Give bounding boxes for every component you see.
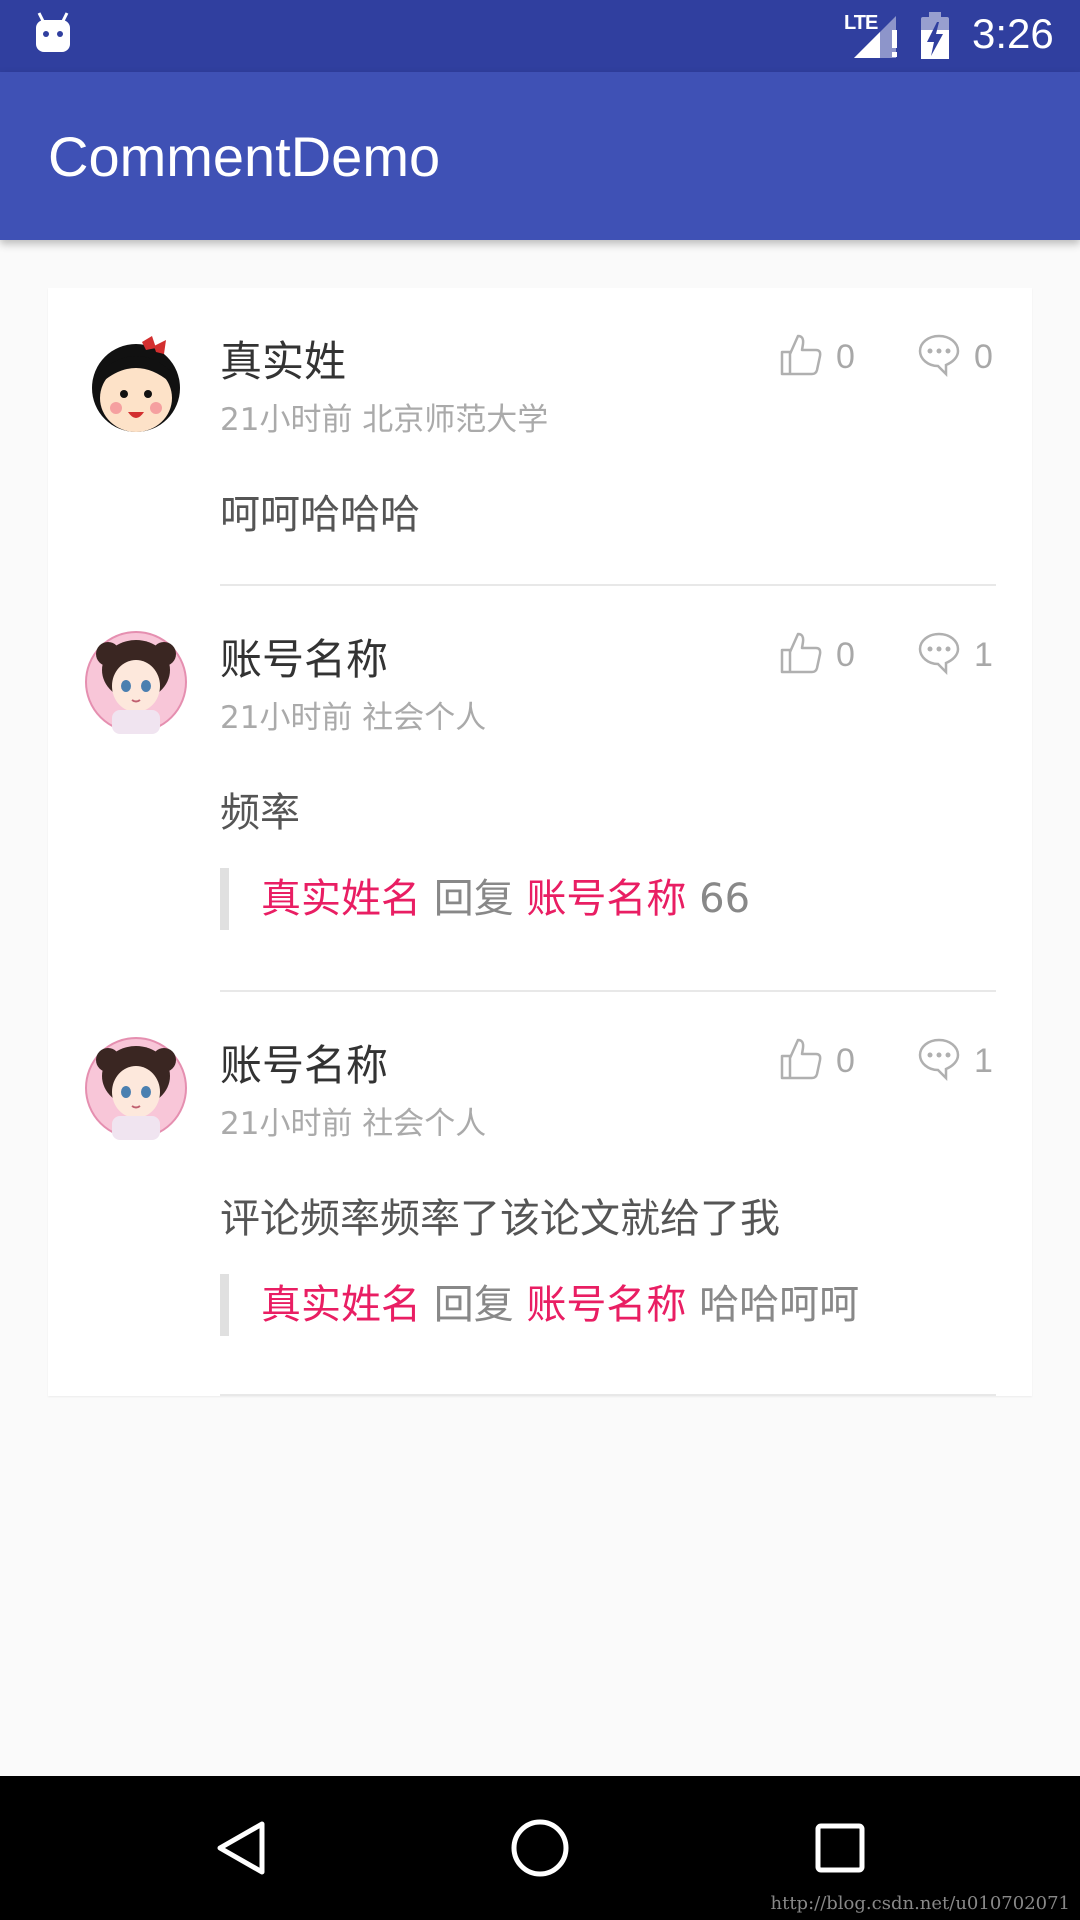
app-title: CommentDemo — [48, 125, 441, 188]
girl-bow-avatar-icon[interactable] — [84, 332, 188, 436]
reply-button[interactable]: 0 — [916, 332, 993, 382]
reply-from-name[interactable]: 真实姓名 — [261, 1282, 421, 1328]
like-count: 0 — [836, 1041, 855, 1080]
comment-meta: 21小时前 社会个人 — [220, 1106, 487, 1142]
back-icon[interactable] — [204, 1812, 276, 1888]
comment-author[interactable]: 真实姓 — [220, 328, 346, 389]
status-bar: LTE 3:26 — [0, 0, 1080, 72]
reply-from-name[interactable]: 真实姓名 — [261, 876, 421, 922]
reply-button[interactable]: 1 — [916, 1036, 993, 1086]
like-button[interactable]: 0 — [778, 630, 855, 680]
comment-card: 真实姓 21小时前 北京师范大学 0 0 呵呵哈哈哈 账号名称 21小时前 社会… — [48, 288, 1032, 1396]
comment-bubble-icon — [916, 332, 962, 382]
anime-girl-avatar-icon[interactable] — [84, 630, 188, 734]
reply-to-name[interactable]: 账号名称 — [526, 1282, 686, 1328]
comment-content: 评论频率频率了该论文就给了我 — [220, 1196, 780, 1242]
comment-content: 呵呵哈哈哈 — [220, 492, 420, 538]
android-icon — [34, 12, 74, 60]
comment-bubble-icon — [916, 630, 962, 680]
divider — [220, 1394, 996, 1396]
recents-icon[interactable] — [804, 1812, 876, 1888]
reply-text: 哈哈呵呵 — [699, 1282, 860, 1328]
anime-girl-avatar-icon[interactable] — [84, 1036, 188, 1140]
signal-icon — [852, 14, 904, 64]
thumbs-up-icon — [778, 630, 824, 680]
reply-text: 66 — [699, 876, 751, 922]
reply-count: 0 — [974, 337, 993, 376]
like-button[interactable]: 0 — [778, 332, 855, 382]
clock: 3:26 — [972, 10, 1054, 57]
like-count: 0 — [836, 337, 855, 376]
reply-to-name[interactable]: 账号名称 — [526, 876, 686, 922]
comment-bubble-icon — [916, 1036, 962, 1086]
reply-verb: 回复 — [433, 1282, 514, 1328]
comment-item: 账号名称 21小时前 社会个人 0 1 评论频率频率了该论文就给了我 真实姓名 … — [48, 992, 1032, 1396]
comment-content: 频率 — [220, 790, 300, 836]
reply-count: 1 — [974, 1041, 993, 1080]
home-icon[interactable] — [504, 1812, 576, 1888]
app-bar: CommentDemo — [0, 72, 1080, 240]
comment-item: 账号名称 21小时前 社会个人 0 1 频率 真实姓名 回复 账号名称 66 — [48, 586, 1032, 990]
reply-item[interactable]: 真实姓名 回复 账号名称 哈哈呵呵 — [220, 1274, 1000, 1336]
navigation-bar: http://blog.csdn.net/u010702071 — [0, 1776, 1080, 1920]
comment-item: 真实姓 21小时前 北京师范大学 0 0 呵呵哈哈哈 — [48, 288, 1032, 584]
like-button[interactable]: 0 — [778, 1036, 855, 1086]
watermark: http://blog.csdn.net/u010702071 — [770, 1893, 1071, 1914]
like-count: 0 — [836, 635, 855, 674]
reply-verb: 回复 — [433, 876, 514, 922]
comment-meta: 21小时前 社会个人 — [220, 700, 487, 736]
comment-author[interactable]: 账号名称 — [220, 1032, 388, 1093]
reply-count: 1 — [974, 635, 993, 674]
thumbs-up-icon — [778, 1036, 824, 1086]
reply-item[interactable]: 真实姓名 回复 账号名称 66 — [220, 868, 1000, 930]
reply-button[interactable]: 1 — [916, 630, 993, 680]
comment-meta: 21小时前 北京师范大学 — [220, 402, 549, 438]
comment-author[interactable]: 账号名称 — [220, 626, 388, 687]
thumbs-up-icon — [778, 332, 824, 382]
battery-charging-icon — [920, 12, 950, 64]
